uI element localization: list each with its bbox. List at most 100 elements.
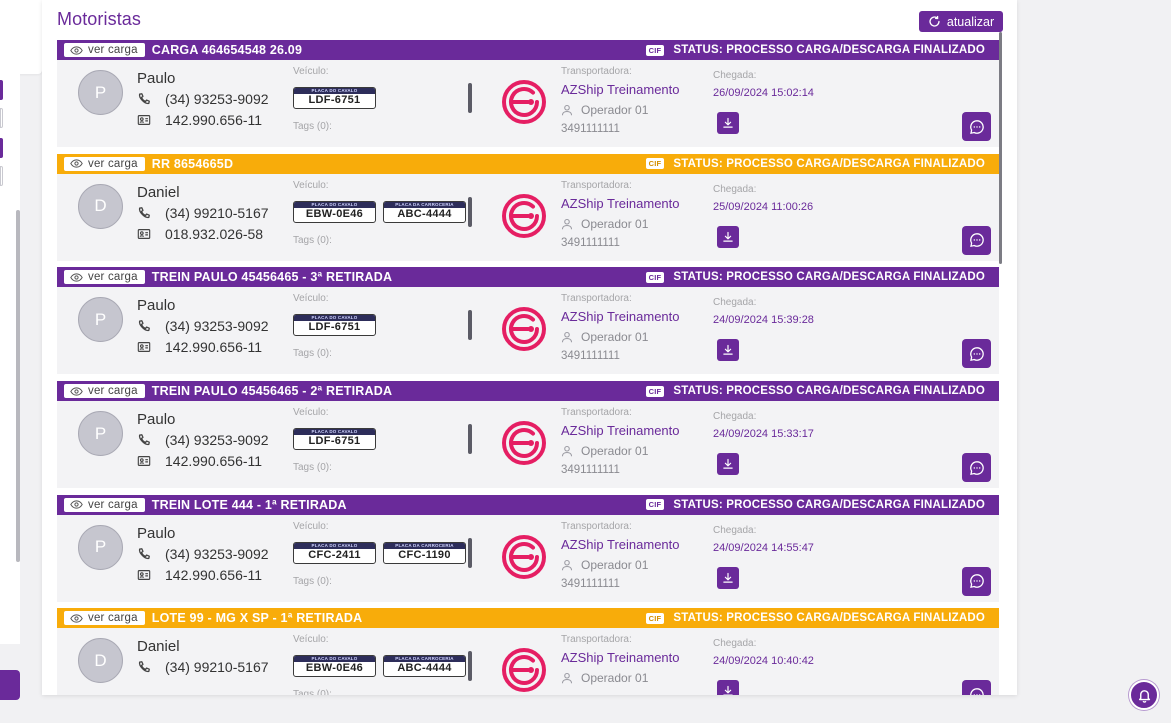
plate-cavalo: PLACA DO CAVALO EBW-0E46: [293, 655, 376, 678]
status-area: CIF STATUS: PROCESSO CARGA/DESCARGA FINA…: [645, 381, 985, 401]
download-button[interactable]: [717, 225, 739, 248]
chegada-label: Chegada:: [713, 638, 757, 650]
status-text: STATUS: PROCESSO CARGA/DESCARGA FINALIZA…: [673, 385, 985, 398]
card-body: P Paulo (34) 93253-9092 142.990.656-11 V…: [57, 287, 999, 375]
download-icon: [723, 117, 733, 128]
user-icon: [561, 332, 573, 343]
chegada-label: Chegada:: [713, 183, 757, 195]
card-body: P Paulo (34) 93253-9092 142.990.656-11 V…: [57, 60, 999, 147]
user-icon: [561, 104, 573, 116]
ver-carga-button[interactable]: ver carga: [64, 43, 145, 57]
operator-phone: 3491111111: [561, 236, 620, 249]
avatar: P: [78, 297, 123, 343]
phone-icon: [138, 93, 150, 105]
carrier-logo: [502, 193, 546, 238]
ver-carga-button[interactable]: ver carga: [64, 384, 145, 399]
divider: [468, 83, 472, 113]
chat-button[interactable]: [962, 225, 991, 255]
transportadora-name: AZShip Treinamento: [561, 309, 680, 325]
phone-icon: [138, 434, 150, 446]
download-button[interactable]: [717, 112, 739, 134]
refresh-label: atualizar: [946, 14, 995, 29]
phone-row: (34) 93253-9092: [137, 91, 269, 107]
chat-icon: [969, 688, 984, 695]
chat-button[interactable]: [962, 680, 991, 695]
ver-carga-button[interactable]: ver carga: [64, 156, 145, 171]
ver-carga-label: ver carga: [88, 271, 138, 284]
chat-button[interactable]: [962, 112, 991, 141]
carrier-logo: [502, 80, 546, 124]
id-card-icon: [137, 456, 151, 467]
download-button[interactable]: [717, 339, 739, 362]
carrier-logo: [502, 534, 546, 579]
plate-carroceria-caption: PLACA DA CARROCERIA: [384, 201, 465, 208]
download-button[interactable]: [717, 453, 739, 476]
chegada-label: Chegada:: [713, 524, 757, 536]
driver-card: ver carga TREIN PAULO 45456465 - 3ª RETI…: [57, 267, 999, 381]
left-tab[interactable]: [0, 138, 3, 158]
user-icon: [561, 673, 573, 684]
user-icon: [561, 559, 573, 571]
chat-button[interactable]: [962, 566, 991, 596]
left-tab[interactable]: [0, 80, 3, 100]
transportadora-name: AZShip Treinamento: [561, 650, 680, 666]
download-button[interactable]: [717, 566, 739, 589]
tags-label: Tags (0):: [293, 575, 332, 587]
left-scrollbar[interactable]: [16, 210, 20, 562]
divider: [468, 651, 472, 682]
plate-number: ABC-4444: [397, 207, 452, 220]
eye-icon: [70, 386, 83, 396]
operator-row: Operador 01: [561, 558, 648, 572]
ver-carga-button[interactable]: ver carga: [64, 270, 145, 285]
doc-row: 142.990.656-11: [137, 567, 262, 583]
page-title: Motoristas: [57, 9, 142, 29]
card-header: ver carga LOTE 99 - MG X SP - 1ª RETIRAD…: [57, 608, 999, 629]
phone-icon: [138, 547, 150, 559]
ver-carga-button[interactable]: ver carga: [64, 497, 145, 512]
refresh-button[interactable]: atualizar: [919, 11, 1003, 32]
ver-carga-label: ver carga: [88, 498, 138, 511]
drivers-panel: Motoristas atualizar ver carga CARGA 464…: [42, 0, 1017, 695]
phone-icon: [138, 206, 150, 218]
chat-button[interactable]: [962, 453, 991, 483]
user-icon: [561, 446, 573, 457]
eye-icon: [70, 614, 83, 623]
plate-carroceria: PLACA DA CARROCERIA ABC-4444: [383, 655, 466, 678]
cif-badge: CIF: [645, 612, 665, 624]
carga-title: TREIN LOTE 444 - 1ª RETIRADA: [151, 497, 347, 512]
card-body: P Paulo (34) 93253-9092 142.990.656-11 V…: [57, 401, 999, 489]
card-header: ver carga TREIN PAULO 45456465 - 3ª RETI…: [57, 267, 999, 288]
avatar: P: [78, 70, 123, 115]
left-tab[interactable]: [0, 166, 3, 186]
download-button[interactable]: [717, 680, 739, 695]
avatar: P: [78, 411, 123, 457]
plate-number: LDF-6751: [308, 435, 361, 448]
veiculo-label: Veículo:: [293, 66, 329, 77]
left-action-button[interactable]: [0, 670, 20, 700]
operator-row: Operador 01: [561, 103, 648, 117]
status-area: CIF STATUS: PROCESSO CARGA/DESCARGA FINA…: [645, 608, 985, 628]
plate-carroceria-caption: PLACA DA CARROCERIA: [384, 542, 465, 549]
transportadora-label: Transportadora:: [561, 293, 632, 305]
operator-phone: 3491111111: [561, 464, 620, 477]
left-tab[interactable]: [0, 108, 3, 128]
panel-scrollbar[interactable]: [999, 32, 1002, 264]
id-card-icon: [137, 115, 151, 125]
notifications-button[interactable]: [1129, 680, 1159, 710]
plate-cavalo: PLACA DO CAVALO LDF-6751: [293, 87, 376, 109]
veiculo-label: Veículo:: [293, 634, 329, 646]
status-area: CIF STATUS: PROCESSO CARGA/DESCARGA FINA…: [645, 267, 985, 287]
divider: [468, 310, 472, 341]
ver-carga-label: ver carga: [88, 385, 138, 398]
plate-number: CFC-1190: [398, 548, 451, 561]
plate-cavalo: PLACA DO CAVALO EBW-0E46: [293, 200, 376, 223]
chat-button[interactable]: [962, 339, 991, 369]
avatar: D: [78, 183, 123, 229]
chegada-label: Chegada:: [713, 411, 757, 423]
ver-carga-button[interactable]: ver carga: [64, 611, 145, 626]
status-area: CIF STATUS: PROCESSO CARGA/DESCARGA FINA…: [645, 495, 985, 515]
operator-name: Operador 01: [581, 330, 649, 345]
bell-icon: [1138, 689, 1150, 703]
user-icon: [561, 218, 573, 229]
refresh-icon: [929, 15, 940, 27]
